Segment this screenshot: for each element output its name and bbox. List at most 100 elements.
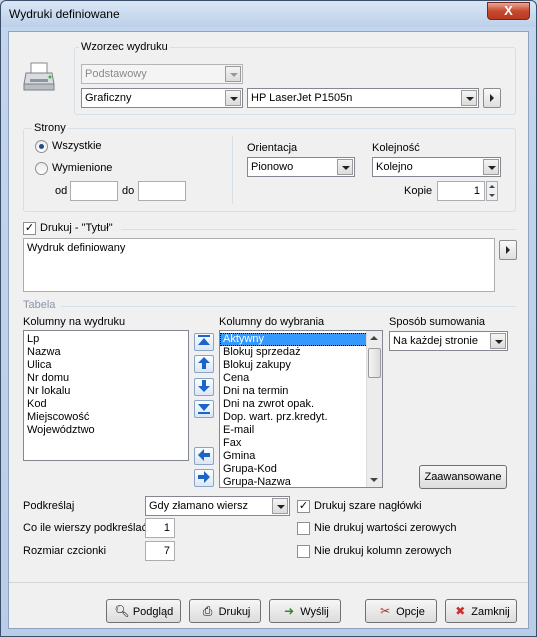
pages-to-input[interactable] [138, 181, 186, 201]
chevron-down-icon[interactable] [272, 498, 288, 514]
window-close-button[interactable]: X [487, 2, 530, 20]
copies-label: Kopie [404, 185, 433, 197]
list-item[interactable]: Nazwa [24, 346, 188, 359]
list-item[interactable]: Blokuj zakupy [220, 359, 382, 372]
gray-headers-label: Drukuj szare nagłówki [314, 500, 422, 512]
move-top-button[interactable] [194, 333, 214, 351]
close-button[interactable]: ✖ Zamknij [445, 599, 517, 623]
close-icon: ✖ [455, 604, 466, 618]
list-item[interactable]: Kod [24, 398, 188, 411]
list-item[interactable]: Dop. wart. prz.kredyt. [220, 411, 382, 424]
chevron-down-icon[interactable] [337, 159, 353, 175]
preview-button[interactable]: 🔍︎ Podgląd [106, 599, 181, 623]
move-bottom-button[interactable] [194, 400, 214, 418]
title-textarea[interactable]: Wydruk definiowany [23, 238, 495, 292]
add-column-button[interactable] [194, 447, 214, 465]
printer-select[interactable]: HP LaserJet P1505n [247, 88, 479, 108]
list-item[interactable]: Dni na termin [220, 385, 382, 398]
print-button-label: Drukuj [218, 606, 251, 618]
order-select[interactable]: Kolejno [372, 157, 501, 177]
spin-up-icon[interactable] [489, 185, 495, 188]
options-button[interactable]: ✂︎ Opcje [365, 599, 437, 623]
available-columns-label: Kolumny do wybrania [219, 316, 325, 328]
advanced-button[interactable]: Zaawansowane [419, 465, 507, 489]
no-zero-values-checkbox[interactable] [297, 522, 310, 535]
list-item[interactable]: Dni na zwrot opak. [220, 398, 382, 411]
chevron-down-icon[interactable] [225, 90, 241, 106]
send-button-label: Wyślij [300, 606, 329, 618]
pages-listed-radio[interactable] [35, 162, 48, 175]
font-size-input[interactable]: 7 [145, 541, 175, 561]
copies-spinner[interactable] [486, 181, 498, 201]
list-item[interactable]: Województwo [24, 424, 188, 437]
print-mode-value: Graficzny [85, 92, 132, 104]
move-down-button[interactable] [194, 378, 214, 396]
move-top-icon [198, 335, 210, 345]
send-button[interactable]: ➜ Wyślij [269, 599, 341, 623]
list-item[interactable]: Cena [220, 372, 382, 385]
list-item[interactable]: Gmina [220, 450, 382, 463]
arrow-down-icon [198, 380, 210, 392]
title-options-button[interactable] [499, 240, 517, 260]
dialog-window: Wydruki definiowane X Wzorzec wydruku Po… [0, 0, 537, 637]
list-item[interactable]: E-mail [220, 424, 382, 437]
printer-settings-button[interactable] [483, 88, 501, 108]
list-item[interactable]: Blokuj sprzedaż [220, 346, 382, 359]
printer-select-value: HP LaserJet P1505n [251, 92, 353, 104]
pages-listed-label: Wymienione [52, 162, 113, 174]
orientation-select[interactable]: Pionowo [247, 157, 355, 177]
list-item-selected[interactable]: Aktywny [220, 333, 382, 346]
print-title-label: Drukuj - "Tytuł" [40, 222, 113, 234]
list-item[interactable]: Nr domu [24, 372, 188, 385]
every-rows-label: Co ile wierszy podkreślać [23, 522, 148, 534]
print-mode-select[interactable]: Graficzny [81, 88, 243, 108]
summing-select[interactable]: Na każdej stronie [389, 331, 508, 351]
title-separator [121, 229, 516, 230]
chevron-down-icon[interactable] [461, 90, 477, 106]
pages-from-input[interactable] [70, 181, 118, 201]
pages-all-radio[interactable] [35, 140, 48, 153]
title-bar[interactable]: Wydruki definiowane X [1, 1, 536, 27]
every-rows-input[interactable]: 1 [145, 518, 175, 538]
print-columns-list[interactable]: Lp Nazwa Ulica Nr domu Nr lokalu Kod Mie… [23, 330, 189, 461]
available-columns-list[interactable]: Aktywny Blokuj sprzedaż Blokuj zakupy Ce… [219, 330, 383, 488]
options-button-label: Opcje [396, 606, 425, 618]
gray-headers-checkbox[interactable]: ✓ [297, 500, 310, 513]
list-item[interactable]: Grupa-Nazwa [220, 476, 382, 487]
print-title-checkbox[interactable]: ✓ [23, 222, 36, 235]
list-item[interactable]: Grupa-Kod [220, 463, 382, 476]
print-button[interactable]: ⎙ Drukuj [189, 599, 261, 623]
available-columns-scrollbar[interactable] [366, 331, 382, 487]
chevron-down-icon[interactable] [483, 159, 499, 175]
no-zero-columns-label: Nie drukuj kolumn zerowych [314, 545, 452, 557]
template-group-label: Wzorzec wydruku [79, 41, 170, 53]
title-textarea-value: Wydruk definiowany [27, 242, 126, 254]
no-zero-values-label: Nie drukuj wartości zerowych [314, 522, 457, 534]
remove-column-button[interactable] [194, 469, 214, 487]
chevron-down-icon [225, 66, 241, 82]
scroll-thumb[interactable] [368, 348, 381, 378]
move-up-button[interactable] [194, 355, 214, 373]
table-separator [61, 306, 516, 307]
list-item[interactable]: Fax [220, 437, 382, 450]
template-select: Podstawowy [81, 64, 243, 84]
copies-input[interactable]: 1 [437, 181, 485, 201]
send-icon: ➜ [284, 604, 295, 618]
order-value: Kolejno [376, 161, 413, 173]
list-item[interactable]: Miejscowość [24, 411, 188, 424]
printer-small-icon: ⎙ [202, 604, 213, 618]
order-label: Kolejność [372, 142, 420, 154]
window-title: Wydruki definiowane [9, 7, 120, 21]
dialog-body: Wzorzec wydruku Podstawowy Graficzny HP … [8, 31, 529, 629]
spin-down-icon[interactable] [489, 194, 495, 197]
list-item[interactable]: Ulica [24, 359, 188, 372]
scroll-up-icon[interactable] [370, 336, 378, 340]
chevron-down-icon[interactable] [490, 333, 506, 349]
list-item[interactable]: Lp [24, 333, 188, 346]
scroll-down-icon[interactable] [370, 478, 378, 482]
underline-label: Podkreślaj [23, 500, 75, 512]
list-item[interactable]: Nr lokalu [24, 385, 188, 398]
pages-from-label: od [55, 185, 68, 197]
no-zero-columns-checkbox[interactable] [297, 545, 310, 558]
underline-select[interactable]: Gdy złamano wiersz [145, 496, 290, 516]
